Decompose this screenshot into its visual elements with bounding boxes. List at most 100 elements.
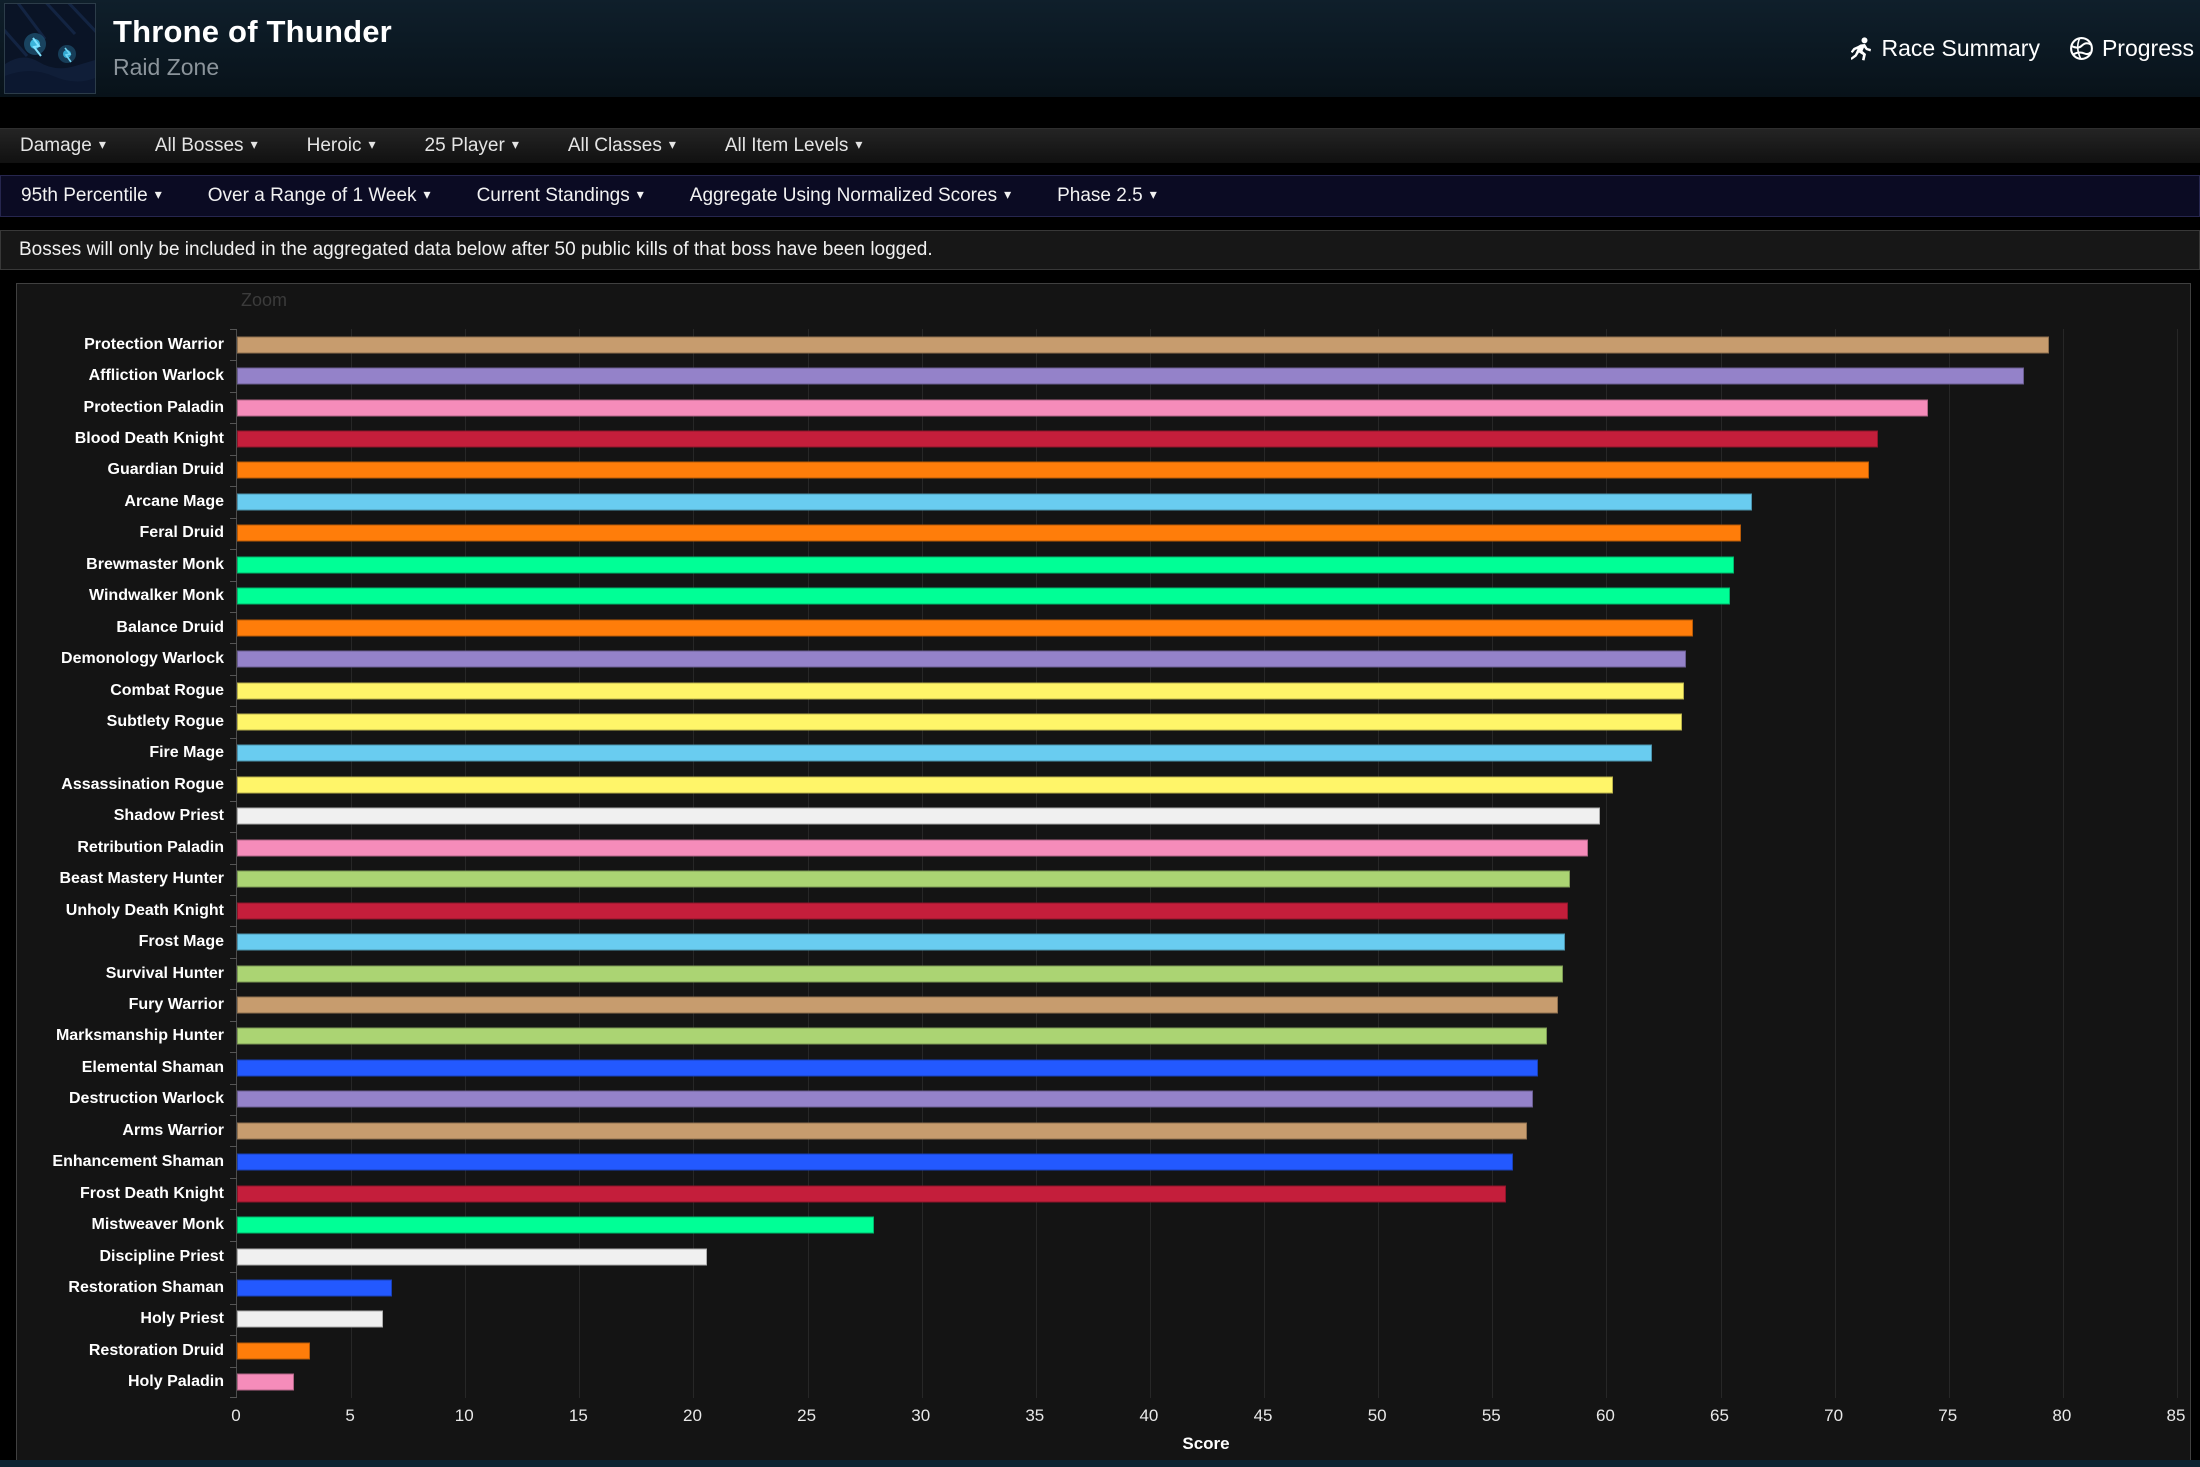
category-label: Marksmanship Hunter <box>14 1027 224 1045</box>
bar-fire-mage[interactable] <box>237 745 1652 762</box>
filter-aggregate-using-normalized-scores[interactable]: Aggregate Using Normalized Scores▾ <box>690 185 1011 207</box>
y-axis-tick <box>230 895 237 896</box>
bar-combat-rogue[interactable] <box>237 682 1684 699</box>
chevron-down-icon: ▾ <box>1004 186 1011 203</box>
bar-discipline-priest[interactable] <box>237 1248 707 1265</box>
bar-feral-druid[interactable] <box>237 525 1741 542</box>
notice-text: Bosses will only be included in the aggr… <box>19 239 933 261</box>
bar-holy-priest[interactable] <box>237 1311 383 1328</box>
chart-row: Arcane Mage <box>237 486 2177 517</box>
chevron-down-icon: ▾ <box>424 186 431 203</box>
chevron-down-icon: ▾ <box>669 136 676 153</box>
chart-row: Fire Mage <box>237 738 2177 769</box>
progress-link[interactable]: Progress <box>2070 35 2194 62</box>
category-label: Mistweaver Monk <box>14 1216 224 1234</box>
filter-over-a-range-of-1-week[interactable]: Over a Range of 1 Week▾ <box>208 185 431 207</box>
bar-mistweaver-monk[interactable] <box>237 1217 874 1234</box>
category-label: Holy Priest <box>14 1310 224 1328</box>
boss-inclusion-notice: Bosses will only be included in the aggr… <box>0 230 2200 270</box>
bar-unholy-death-knight[interactable] <box>237 902 1568 919</box>
bar-enhancement-shaman[interactable] <box>237 1154 1513 1171</box>
category-label: Shadow Priest <box>14 807 224 825</box>
category-label: Arms Warrior <box>14 1122 224 1140</box>
bar-assassination-rogue[interactable] <box>237 776 1613 793</box>
chart-zoom-control: Zoom <box>241 290 287 311</box>
bar-protection-paladin[interactable] <box>237 399 1928 416</box>
bar-shadow-priest[interactable] <box>237 808 1600 825</box>
chevron-down-icon: ▾ <box>512 136 519 153</box>
bar-affliction-warlock[interactable] <box>237 368 2024 385</box>
category-label: Assassination Rogue <box>14 776 224 794</box>
chart-row: Discipline Priest <box>237 1241 2177 1272</box>
bar-retribution-paladin[interactable] <box>237 839 1588 856</box>
bar-arcane-mage[interactable] <box>237 493 1752 510</box>
bar-beast-mastery-hunter[interactable] <box>237 871 1570 888</box>
chevron-down-icon: ▾ <box>1150 186 1157 203</box>
y-axis-tick <box>230 1115 237 1116</box>
chart-row: Shadow Priest <box>237 801 2177 832</box>
x-tick-label: 85 <box>2167 1406 2186 1426</box>
category-label: Protection Warrior <box>14 336 224 354</box>
bar-marksmanship-hunter[interactable] <box>237 1028 1547 1045</box>
bar-demonology-warlock[interactable] <box>237 651 1686 668</box>
bar-fury-warrior[interactable] <box>237 996 1558 1013</box>
category-label: Holy Paladin <box>14 1373 224 1391</box>
y-axis-tick <box>230 675 237 676</box>
bar-subtlety-rogue[interactable] <box>237 714 1682 731</box>
bar-restoration-druid[interactable] <box>237 1342 310 1359</box>
filter-all-item-levels[interactable]: All Item Levels▾ <box>725 135 863 157</box>
x-tick-label: 40 <box>1139 1406 1158 1426</box>
y-axis-tick <box>230 926 237 927</box>
race-summary-label: Race Summary <box>1881 35 2039 62</box>
filter-phase-2-5[interactable]: Phase 2.5▾ <box>1057 185 1157 207</box>
category-label: Beast Mastery Hunter <box>14 870 224 888</box>
chart-row: Feral Druid <box>237 518 2177 549</box>
x-tick-label: 15 <box>569 1406 588 1426</box>
chart-row: Fury Warrior <box>237 989 2177 1020</box>
x-tick-label: 5 <box>345 1406 354 1426</box>
category-label: Fury Warrior <box>14 996 224 1014</box>
x-axis-title: Score <box>236 1434 2176 1454</box>
filter-25-player[interactable]: 25 Player▾ <box>425 135 519 157</box>
plot-area: Protection WarriorAffliction WarlockProt… <box>236 329 2177 1398</box>
chart-row: Elemental Shaman <box>237 1052 2177 1083</box>
bar-guardian-druid[interactable] <box>237 462 1869 479</box>
filter-all-bosses[interactable]: All Bosses▾ <box>155 135 258 157</box>
y-axis-tick <box>230 329 237 330</box>
bar-windwalker-monk[interactable] <box>237 588 1730 605</box>
globe-icon <box>2070 37 2093 60</box>
y-axis-tick <box>230 832 237 833</box>
bar-arms-warrior[interactable] <box>237 1122 1527 1139</box>
x-tick-label: 80 <box>2052 1406 2071 1426</box>
bar-brewmaster-monk[interactable] <box>237 556 1734 573</box>
chart-row: Brewmaster Monk <box>237 549 2177 580</box>
category-label: Unholy Death Knight <box>14 902 224 920</box>
bar-blood-death-knight[interactable] <box>237 431 1878 448</box>
y-axis-tick <box>230 581 237 582</box>
bar-restoration-shaman[interactable] <box>237 1279 392 1296</box>
y-axis-tick <box>230 1367 237 1368</box>
filter-heroic[interactable]: Heroic▾ <box>307 135 376 157</box>
bar-survival-hunter[interactable] <box>237 965 1563 982</box>
chart-row: Affliction Warlock <box>237 360 2177 391</box>
y-axis-tick <box>230 423 237 424</box>
filter-damage[interactable]: Damage▾ <box>20 135 106 157</box>
bar-destruction-warlock[interactable] <box>237 1091 1533 1108</box>
bar-protection-warrior[interactable] <box>237 336 2049 353</box>
y-axis-tick <box>230 989 237 990</box>
filter-current-standings[interactable]: Current Standings▾ <box>477 185 644 207</box>
filter-all-classes[interactable]: All Classes▾ <box>568 135 676 157</box>
category-label: Arcane Mage <box>14 493 224 511</box>
bar-frost-mage[interactable] <box>237 934 1565 951</box>
filter-95th-percentile[interactable]: 95th Percentile▾ <box>21 185 162 207</box>
category-label: Subtlety Rogue <box>14 713 224 731</box>
bar-elemental-shaman[interactable] <box>237 1059 1538 1076</box>
chart-row: Holy Paladin <box>237 1367 2177 1398</box>
bar-holy-paladin[interactable] <box>237 1374 294 1391</box>
x-tick-label: 50 <box>1368 1406 1387 1426</box>
bar-balance-druid[interactable] <box>237 619 1693 636</box>
category-label: Guardian Druid <box>14 461 224 479</box>
bar-frost-death-knight[interactable] <box>237 1185 1506 1202</box>
category-label: Survival Hunter <box>14 965 224 983</box>
race-summary-link[interactable]: Race Summary <box>1851 35 2039 62</box>
